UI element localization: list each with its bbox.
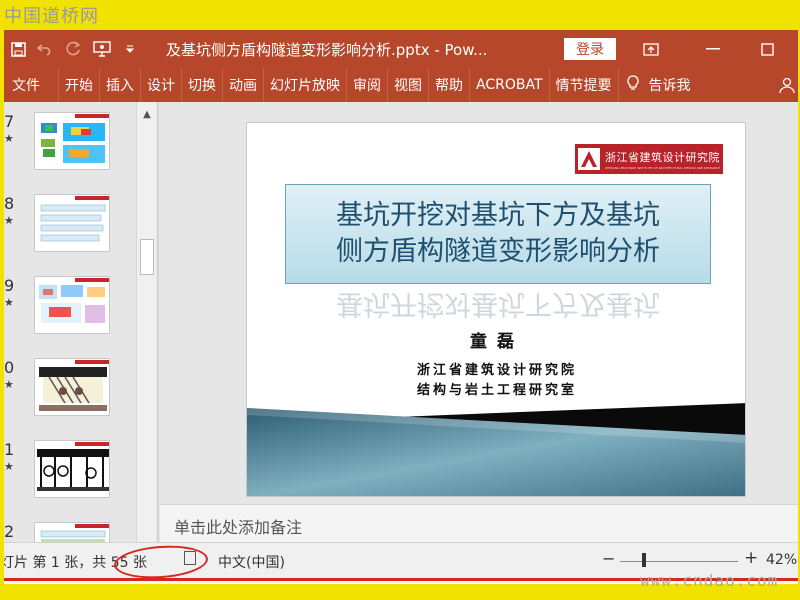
save-icon[interactable]: [4, 30, 32, 68]
tab-insert[interactable]: 插入: [100, 68, 141, 102]
slide-thumbnail[interactable]: [34, 112, 110, 170]
document-title: 及基坑侧方盾构隧道变形影响分析.pptx - Pow...: [166, 40, 488, 59]
minimize-icon[interactable]: [690, 30, 736, 68]
thumbnail-row[interactable]: 1 ★: [4, 440, 134, 510]
login-button[interactable]: 登录: [564, 38, 616, 60]
thumbnail-number: 9: [4, 276, 15, 295]
ribbon-tabs: 文件 开始 插入 设计 切换 动画 幻灯片放映 审阅 视图 帮助 ACROBAT…: [4, 68, 798, 102]
slide-decorative-band: [247, 403, 745, 496]
undo-icon[interactable]: [32, 30, 60, 68]
zoom-in-button[interactable]: +: [744, 548, 758, 568]
thumbnail-number: 7: [4, 112, 15, 131]
zoom-slider-track[interactable]: [620, 561, 738, 562]
notes-placeholder: 单击此处添加备注: [174, 518, 303, 537]
quick-access-toolbar: [4, 30, 144, 68]
redo-icon[interactable]: [60, 30, 88, 68]
slide-thumbnail[interactable]: [34, 276, 110, 334]
ribbon-display-icon[interactable]: [628, 30, 674, 68]
slide-author[interactable]: 童磊: [247, 327, 745, 352]
animation-star-icon: ★: [4, 296, 14, 309]
slide-thumbnail[interactable]: [34, 358, 110, 416]
customize-dropdown-icon[interactable]: [116, 30, 144, 68]
lightbulb-icon: [626, 75, 639, 95]
tab-home[interactable]: 开始: [59, 68, 100, 102]
tab-design[interactable]: 设计: [141, 68, 182, 102]
powerpoint-window: 及基坑侧方盾构隧道变形影响分析.pptx - Pow... 登录 文件 开始 插…: [4, 30, 798, 584]
slide-thumbnail[interactable]: [34, 194, 110, 252]
slide-thumbnail-panel: 7 ★ 8 ★ 9 ★ 0 ★ 1 ★ 2: [4, 102, 156, 568]
watermark-top: 中国道桥网: [4, 6, 99, 27]
notes-pane[interactable]: 单击此处添加备注: [160, 504, 798, 542]
institute-logo-mark-icon: [578, 148, 600, 170]
slide-title-reflection-line: 基坑开挖对基坑下方及基坑: [336, 288, 660, 319]
institute-logo-english: ZHEJIANG PROVINCE INSTITUTE OF ARCHITECT…: [605, 165, 721, 170]
slide-title-line-1: 基坑开挖对基坑下方及基坑: [336, 200, 660, 231]
maximize-icon[interactable]: [744, 30, 790, 68]
share-user-icon[interactable]: [776, 68, 798, 102]
thumbnail-number: 2: [4, 522, 15, 541]
zoom-out-button[interactable]: −: [602, 549, 615, 568]
tab-review[interactable]: 审阅: [347, 68, 388, 102]
tab-slideshow[interactable]: 幻灯片放映: [264, 68, 347, 102]
thumbnail-number: 0: [4, 358, 15, 377]
thumbnail-scrollbar[interactable]: ▲ ▼: [136, 102, 156, 568]
tab-view[interactable]: 视图: [388, 68, 429, 102]
scroll-up-icon[interactable]: ▲: [139, 106, 155, 122]
thumbnail-row[interactable]: 9 ★: [4, 276, 134, 346]
thumbnail-row[interactable]: 8 ★: [4, 194, 134, 264]
animation-star-icon: ★: [4, 378, 14, 391]
institute-logo-name: 浙江省建筑设计研究院: [605, 150, 720, 164]
animation-star-icon: ★: [4, 214, 14, 227]
panel-divider: [157, 102, 159, 568]
tell-me-label: 告诉我: [648, 78, 691, 94]
tab-acrobat[interactable]: ACROBAT: [470, 68, 550, 102]
language-status[interactable]: 中文(中国): [218, 552, 285, 572]
zoom-level[interactable]: 42%: [766, 552, 797, 568]
institute-logo: 浙江省建筑设计研究院 ZHEJIANG PROVINCE INSTITUTE O…: [575, 144, 723, 174]
thumbnail-row[interactable]: 0 ★: [4, 358, 134, 428]
slide-canvas[interactable]: 浙江省建筑设计研究院 ZHEJIANG PROVINCE INSTITUTE O…: [246, 122, 746, 497]
tab-animations[interactable]: 动画: [223, 68, 264, 102]
thumbnail-row[interactable]: 7 ★: [4, 112, 134, 182]
tab-transitions[interactable]: 切换: [182, 68, 223, 102]
tab-file[interactable]: 文件: [4, 68, 59, 102]
tab-help[interactable]: 帮助: [429, 68, 470, 102]
scrollbar-thumb[interactable]: [140, 239, 154, 276]
slide-thumbnail[interactable]: [34, 440, 110, 498]
tab-storyboard[interactable]: 情节提要: [550, 68, 619, 102]
tell-me-box[interactable]: 告诉我: [626, 75, 691, 95]
spelling-check-icon[interactable]: [184, 551, 196, 565]
animation-star-icon: ★: [4, 460, 14, 473]
animation-star-icon: ★: [4, 132, 14, 145]
slide-organization-line-1[interactable]: 浙江省建筑设计研究院: [247, 359, 745, 378]
watermark-bottom: www.cndao.com: [640, 571, 779, 590]
slide-title-line-2: 侧方盾构隧道变形影响分析: [336, 236, 660, 267]
slide-title-reflection: 基坑开挖对基坑下方及基坑: [285, 285, 711, 333]
zoom-slider-knob[interactable]: [641, 553, 646, 567]
slide-title-box[interactable]: 基坑开挖对基坑下方及基坑 侧方盾构隧道变形影响分析: [285, 184, 711, 284]
title-bar: 及基坑侧方盾构隧道变形影响分析.pptx - Pow... 登录: [4, 30, 798, 68]
present-icon[interactable]: [88, 30, 116, 68]
thumbnail-number: 1: [4, 440, 15, 459]
thumbnail-number: 8: [4, 194, 15, 213]
